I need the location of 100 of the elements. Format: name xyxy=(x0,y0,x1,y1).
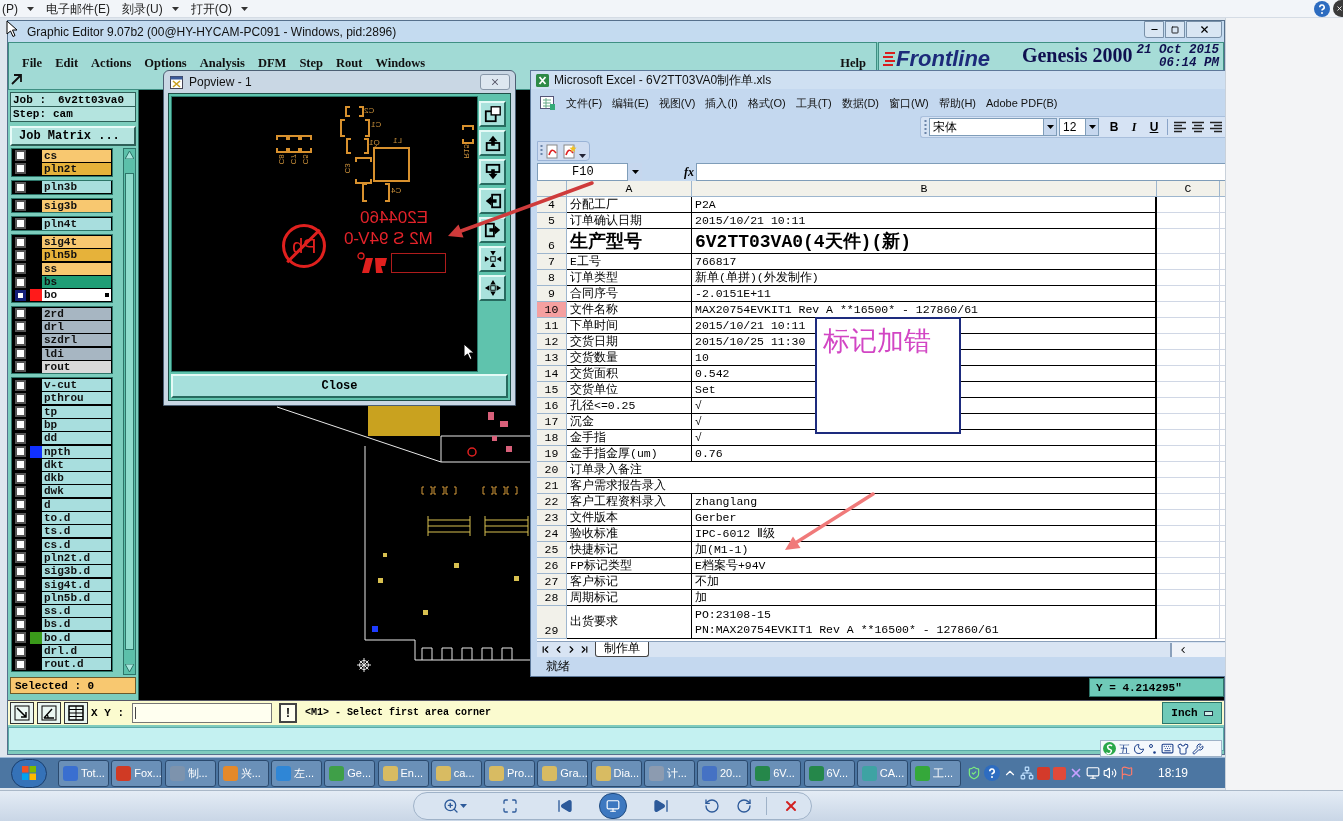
layer-checkbox[interactable] xyxy=(15,263,26,275)
layer-name[interactable]: 2rd xyxy=(42,307,112,320)
font-size-field[interactable]: 12 xyxy=(1059,118,1099,136)
clock[interactable]: 18:19 xyxy=(1158,766,1189,780)
layer-name[interactable]: rout xyxy=(42,360,112,373)
menu-item[interactable]: 插入(I) xyxy=(705,96,738,110)
start-button[interactable] xyxy=(11,758,47,788)
punctuation-icon[interactable] xyxy=(1148,742,1158,755)
formula-input-field[interactable] xyxy=(696,163,1225,181)
row-header[interactable]: 24 xyxy=(537,526,567,542)
row-header[interactable]: 29 xyxy=(537,606,567,639)
menu-item[interactable]: 帮助(H) xyxy=(938,96,976,110)
row-header[interactable]: 16 xyxy=(537,398,567,414)
layer-name[interactable]: pln2t xyxy=(42,162,112,175)
layer-name[interactable]: ts.d xyxy=(42,525,112,538)
row-header[interactable]: 25 xyxy=(537,542,567,558)
delete-icon[interactable] xyxy=(783,798,799,814)
layer-checkbox[interactable] xyxy=(15,618,26,630)
row-header[interactable]: 5 xyxy=(537,213,567,229)
row-header[interactable]: 22 xyxy=(537,494,567,510)
layer-name[interactable]: dkt xyxy=(42,458,112,471)
menu-item[interactable]: File xyxy=(22,56,43,70)
help-icon[interactable] xyxy=(1314,0,1330,17)
menu-item[interactable]: Rout xyxy=(336,56,363,70)
layer-name[interactable]: dd xyxy=(42,432,112,445)
row-header[interactable]: 10 xyxy=(537,302,567,318)
layer-checkbox[interactable] xyxy=(15,565,26,577)
layer-checkbox[interactable] xyxy=(15,379,26,391)
view-tool-button[interactable] xyxy=(479,101,506,127)
layer-name[interactable]: cs.d xyxy=(42,538,112,551)
layer-checkbox[interactable] xyxy=(15,321,26,333)
row-header[interactable]: 21 xyxy=(537,478,567,494)
menu-item[interactable]: 视图(V) xyxy=(658,96,696,110)
menu-item[interactable]: 格式(O) xyxy=(747,96,786,110)
layer-checkbox[interactable] xyxy=(15,579,26,591)
row-header[interactable]: 9 xyxy=(537,286,567,302)
layer-name[interactable]: npth xyxy=(42,445,112,458)
rotate-right-icon[interactable] xyxy=(736,798,752,814)
menu-item[interactable]: Help xyxy=(840,56,866,70)
row-header[interactable]: 14 xyxy=(537,366,567,382)
input-method-logo-icon[interactable] xyxy=(1103,742,1116,755)
row-header[interactable]: 7 xyxy=(537,254,567,270)
menu-item[interactable]: DFM xyxy=(257,56,287,70)
view-tool-button[interactable] xyxy=(479,159,506,185)
format-button[interactable]: I xyxy=(1125,118,1143,136)
layer-checkbox[interactable] xyxy=(15,276,26,288)
menu-item[interactable]: 窗口(W) xyxy=(889,96,929,110)
sheet-tab[interactable]: 制作单 xyxy=(595,641,649,657)
layer-checkbox[interactable] xyxy=(15,632,26,644)
format-button[interactable]: U xyxy=(1145,118,1163,136)
minimize-button[interactable] xyxy=(1144,21,1164,38)
layer-checkbox[interactable] xyxy=(15,236,26,248)
layer-name[interactable]: drl.d xyxy=(42,645,112,658)
row-header[interactable]: 6 xyxy=(537,229,567,254)
layer-name[interactable]: ss.d xyxy=(42,605,112,618)
speaker-icon[interactable] xyxy=(1103,766,1117,780)
zoom-button[interactable] xyxy=(443,798,467,814)
network-icon[interactable] xyxy=(1020,766,1034,780)
row-header[interactable]: 19 xyxy=(537,446,567,462)
close-button[interactable] xyxy=(1333,0,1343,17)
format-button[interactable]: B xyxy=(1105,118,1123,136)
row-header[interactable]: 27 xyxy=(537,574,567,590)
layer-name[interactable]: cs xyxy=(42,149,112,162)
font-name-field[interactable]: 宋体 xyxy=(929,118,1057,136)
row-header[interactable]: 28 xyxy=(537,590,567,606)
layer-name[interactable]: sig3b.d xyxy=(42,565,112,578)
layer-checkbox[interactable] xyxy=(15,361,26,373)
align-right-icon[interactable] xyxy=(1208,119,1224,135)
layer-checkbox[interactable] xyxy=(15,512,26,524)
viewer-menu-item[interactable]: 刻录(U) xyxy=(122,0,179,18)
layer-checkbox[interactable] xyxy=(15,645,26,657)
layer-name[interactable]: tp xyxy=(42,405,112,418)
layer-checkbox[interactable] xyxy=(15,485,26,497)
menu-item[interactable]: Step xyxy=(299,56,323,70)
layer-checkbox[interactable] xyxy=(15,406,26,418)
viewer-menu-item[interactable]: (P) xyxy=(2,0,34,18)
layer-name[interactable]: v-cut xyxy=(42,379,112,392)
row-header[interactable]: 11 xyxy=(537,318,567,334)
layer-checkbox[interactable] xyxy=(15,348,26,359)
layer-name[interactable]: sig4t xyxy=(42,236,112,249)
layer-checkbox[interactable] xyxy=(15,249,26,261)
column-header[interactable]: B xyxy=(692,181,1157,197)
name-box[interactable]: F10 xyxy=(537,163,628,181)
alert-button[interactable]: ! xyxy=(279,703,297,723)
slideshow-button[interactable] xyxy=(599,793,627,819)
layer-name[interactable]: ldi xyxy=(42,347,112,360)
tool-button[interactable] xyxy=(37,702,61,724)
tool-button[interactable] xyxy=(64,702,88,724)
menu-item[interactable]: Windows xyxy=(375,56,426,70)
row-header[interactable]: 20 xyxy=(537,462,567,478)
view-tool-button[interactable] xyxy=(479,188,506,214)
menu-item[interactable]: 编辑(E) xyxy=(612,96,649,110)
units-button[interactable]: Inch xyxy=(1162,702,1222,724)
job-matrix-button[interactable]: Job Matrix ... xyxy=(10,126,136,146)
shield-icon[interactable] xyxy=(967,766,981,780)
menu-item[interactable]: Adobe PDF(B) xyxy=(986,96,1058,110)
menu-item[interactable]: 数据(D) xyxy=(841,96,879,110)
moon-icon[interactable] xyxy=(1133,742,1145,755)
layer-name[interactable]: d xyxy=(42,498,112,511)
row-header[interactable]: 18 xyxy=(537,430,567,446)
